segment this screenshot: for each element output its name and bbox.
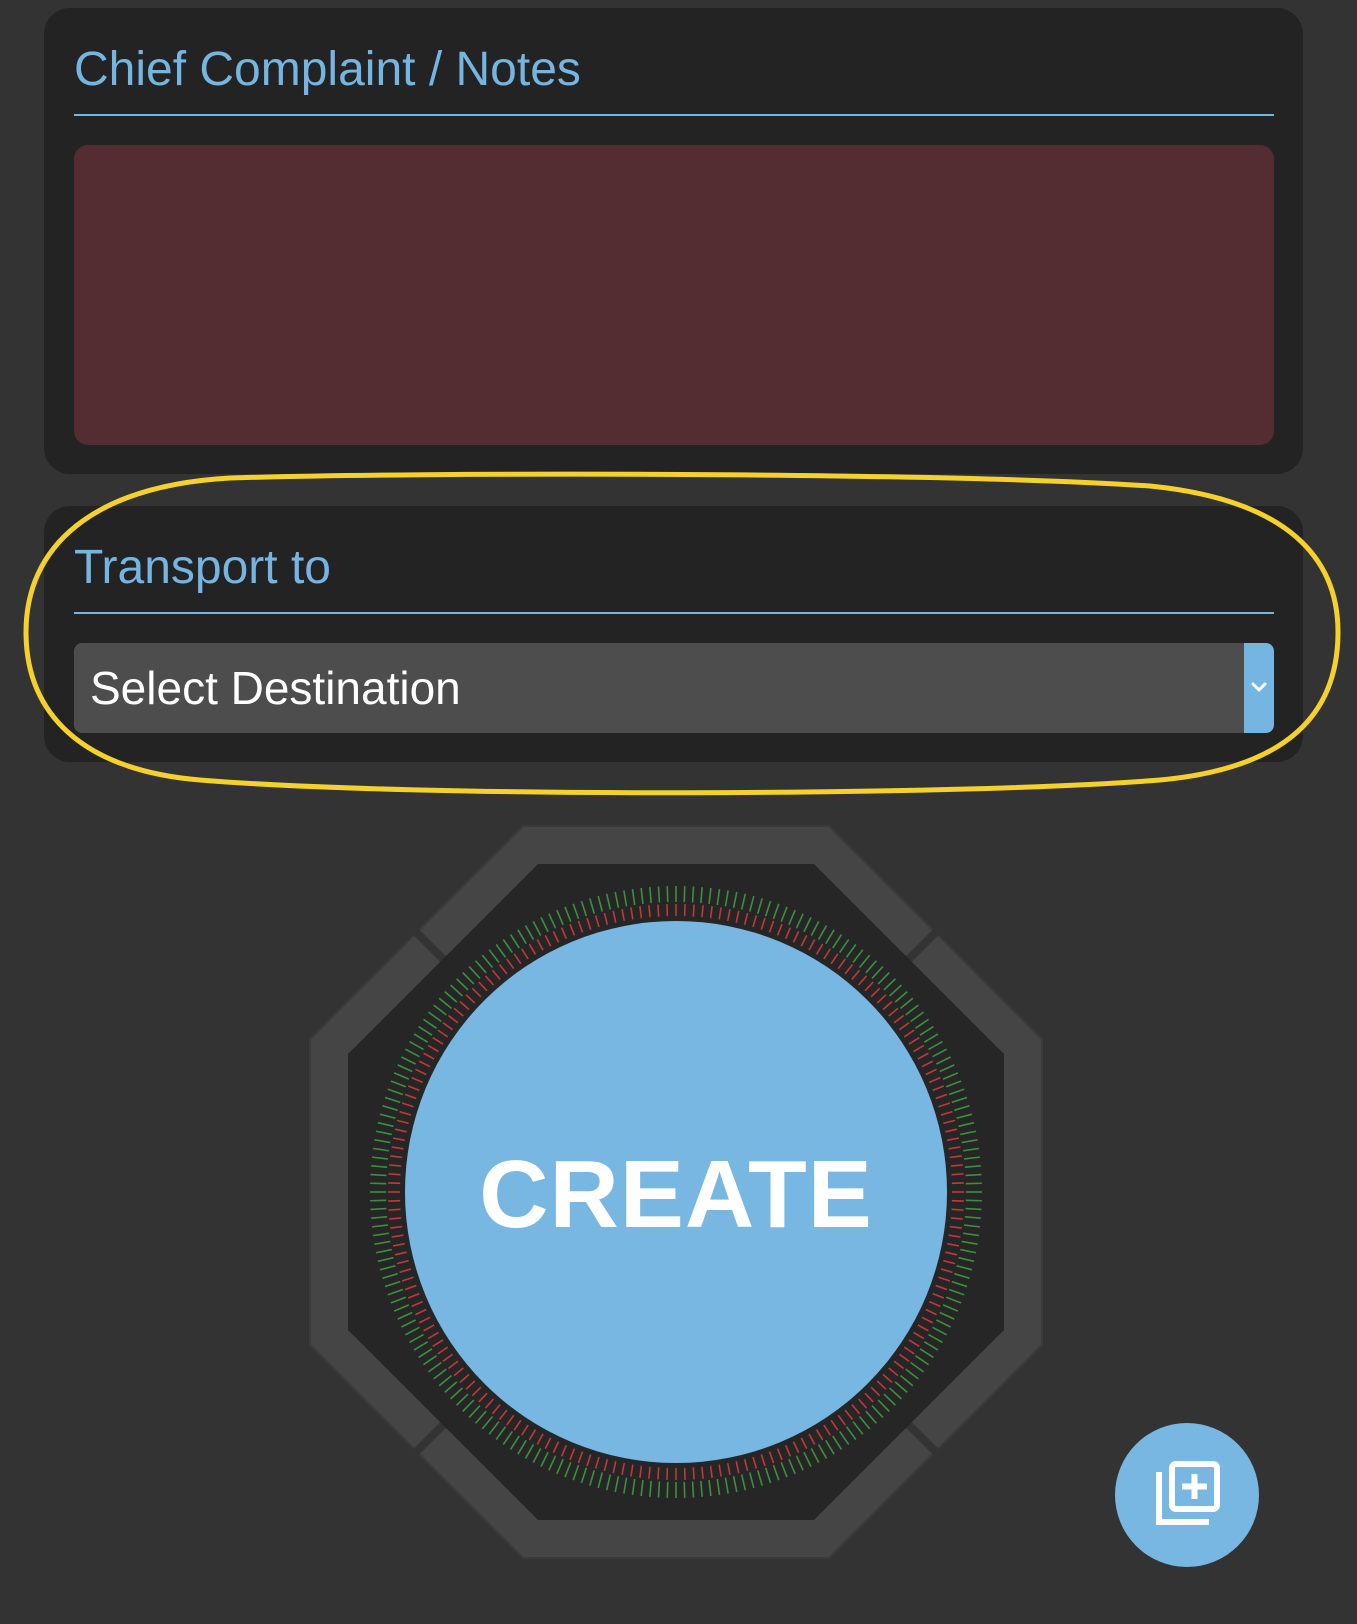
destination-select-value: Select Destination bbox=[90, 662, 461, 714]
create-button-assembly: CREATE bbox=[306, 822, 1046, 1562]
notes-card-title: Chief Complaint / Notes bbox=[74, 43, 581, 96]
add-to-library-icon bbox=[1156, 1461, 1220, 1525]
notes-title-divider bbox=[74, 114, 1274, 116]
select-dropdown-toggle[interactable] bbox=[1244, 643, 1274, 733]
chevron-down-icon bbox=[1251, 682, 1267, 692]
chief-complaint-textarea[interactable] bbox=[74, 145, 1274, 445]
transport-card-title: Transport to bbox=[74, 541, 331, 594]
destination-select[interactable]: Select Destination bbox=[74, 643, 1274, 733]
add-to-library-button[interactable] bbox=[1115, 1423, 1259, 1567]
create-button[interactable]: CREATE bbox=[405, 921, 947, 1463]
incident-form-screen: Chief Complaint / Notes Transport to Sel… bbox=[0, 0, 1357, 1624]
transport-card: Transport to Select Destination bbox=[44, 506, 1303, 762]
notes-card: Chief Complaint / Notes bbox=[44, 8, 1303, 474]
create-button-label: CREATE bbox=[479, 1141, 873, 1248]
transport-title-divider bbox=[74, 612, 1274, 614]
